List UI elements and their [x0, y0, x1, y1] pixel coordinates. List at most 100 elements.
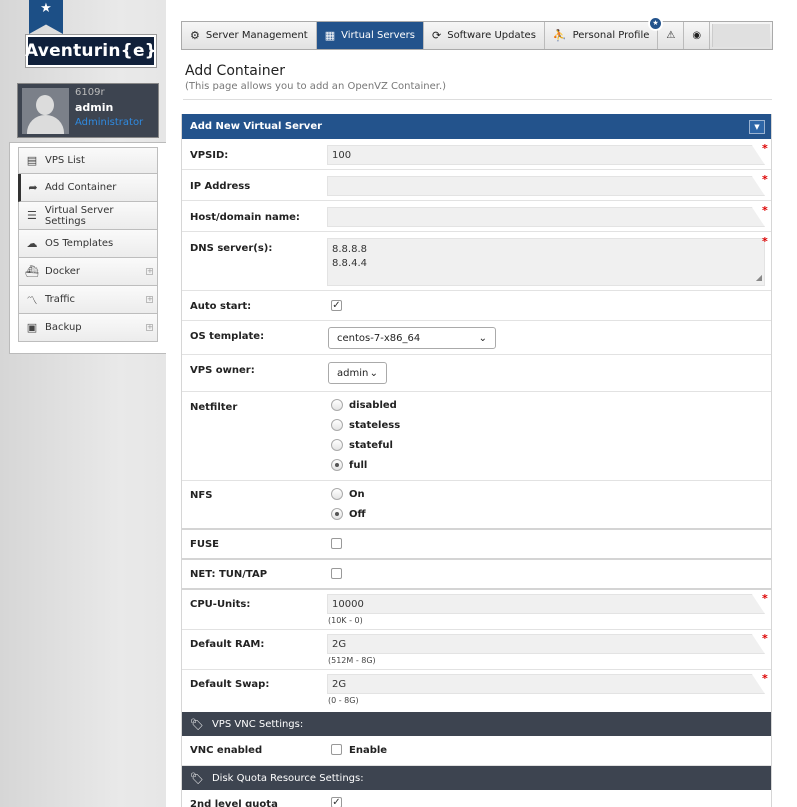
netfilter-option-disabled[interactable]: disabled	[331, 399, 397, 411]
quota2-checkbox[interactable]: ✓	[331, 797, 342, 807]
vpsid-input[interactable]: 100	[327, 145, 765, 165]
netfilter-option-stateful[interactable]: stateful	[331, 439, 393, 451]
sidebar-item-virtual-server-settings[interactable]: ☰ Virtual Server Settings	[18, 202, 158, 230]
tun-tap-checkbox[interactable]	[331, 568, 342, 579]
cloud-icon: ☁	[26, 237, 38, 250]
view-button[interactable]: ◉	[684, 22, 711, 49]
warning-icon: ⚠	[666, 30, 676, 41]
nfs-option-off[interactable]: Off	[331, 508, 366, 520]
chevron-down-icon: ⌄	[478, 332, 487, 344]
star-icon: ★	[29, 0, 63, 34]
netfilter-option-full[interactable]: full	[331, 459, 367, 471]
collapse-icon[interactable]: ▼	[749, 120, 765, 134]
default-swap-input[interactable]: 2G	[327, 674, 765, 694]
section-title: Disk Quota Resource Settings:	[211, 772, 364, 784]
fuse-label: FUSE	[190, 539, 219, 550]
radio-label: full	[349, 459, 368, 471]
sidebar-item-label: Add Container	[45, 182, 117, 193]
avatar	[22, 88, 69, 134]
sidebar: ★ Aventurin{e} 6109r admin Administrator…	[0, 0, 166, 807]
divider	[183, 99, 772, 100]
logo[interactable]: Aventurin{e}	[25, 35, 157, 67]
ip-address-input[interactable]	[327, 176, 765, 196]
page-subtitle: (This page allows you to add an OpenVZ C…	[185, 81, 447, 92]
notification-badge[interactable]: ★	[648, 16, 663, 31]
cpu-units-input[interactable]: 10000	[327, 594, 765, 614]
required-mark: *	[762, 173, 768, 186]
vps-owner-select[interactable]: admin ⌄	[328, 362, 387, 384]
required-mark: *	[762, 592, 768, 605]
hostname-input[interactable]	[327, 207, 765, 227]
radio-button[interactable]	[331, 439, 343, 451]
vpsid-label: VPSID:	[190, 150, 229, 161]
top-navigation: ⚙ Server Management ▦ Virtual Servers ⟳ …	[181, 16, 773, 50]
radio-button-selected[interactable]	[331, 508, 343, 520]
ip-label: IP Address	[190, 181, 251, 192]
row-default-swap: Default Swap: 2G * (0 - 8G)	[182, 670, 771, 712]
tab-software-updates[interactable]: ⟳ Software Updates	[424, 22, 545, 49]
autostart-checkbox[interactable]: ✓	[331, 300, 342, 311]
top-search-box[interactable]	[712, 24, 770, 47]
radio-button[interactable]	[331, 488, 343, 500]
row-nfs: NFS On Off	[182, 481, 771, 530]
sidebar-item-vps-list[interactable]: ▤ VPS List	[18, 147, 158, 174]
default-swap-label: Default Swap:	[190, 679, 270, 690]
vnc-label: VNC enabled	[190, 745, 263, 756]
radio-button-selected[interactable]	[331, 459, 343, 471]
dns-textarea[interactable]: 8.8.8.8 8.8.4.4 ◢	[327, 238, 765, 286]
netfilter-option-stateless[interactable]: stateless	[331, 419, 400, 431]
required-mark: *	[762, 204, 768, 217]
os-template-value: centos-7-x86_64	[337, 332, 421, 344]
default-ram-input[interactable]: 2G	[327, 634, 765, 654]
radio-button[interactable]	[331, 419, 343, 431]
sidebar-item-label: Backup	[45, 322, 82, 333]
dns-line: 8.8.8.8	[332, 244, 367, 255]
section-disk-quota: 🏷 Disk Quota Resource Settings:	[182, 766, 771, 790]
row-hostname: Host/domain name: *	[182, 201, 771, 232]
os-template-select[interactable]: centos-7-x86_64 ⌄	[328, 327, 496, 349]
tag-icon: 🏷	[190, 717, 204, 731]
required-mark: *	[762, 672, 768, 685]
os-template-label: OS template:	[190, 331, 265, 342]
tab-virtual-servers[interactable]: ▦ Virtual Servers	[316, 22, 424, 49]
row-auto-start: Auto start: ✓	[182, 291, 771, 321]
tab-label: Software Updates	[447, 30, 536, 41]
vnc-checkbox[interactable]	[331, 744, 342, 755]
radio-button[interactable]	[331, 399, 343, 411]
eye-icon: ◉	[692, 30, 702, 41]
add-container-form: Add New Virtual Server ▼ VPSID: 100 * IP…	[181, 114, 772, 807]
tab-server-management[interactable]: ⚙ Server Management	[182, 22, 317, 49]
row-tun-tap: NET: TUN/TAP	[182, 560, 771, 590]
default-ram-hint: (512M - 8G)	[328, 656, 376, 665]
expand-icon[interactable]: +	[146, 268, 153, 275]
netfilter-label: Netfilter	[190, 402, 238, 413]
expand-icon[interactable]: +	[146, 324, 153, 331]
expand-icon[interactable]: +	[146, 296, 153, 303]
radio-label: Off	[349, 508, 366, 520]
tab-label: Virtual Servers	[341, 30, 415, 41]
row-cpu-units: CPU-Units: 10000 * (10K - 0)	[182, 590, 771, 630]
sidebar-item-os-templates[interactable]: ☁ OS Templates	[18, 230, 158, 258]
row-dns: DNS server(s): 8.8.8.8 8.8.4.4 ◢ *	[182, 232, 771, 291]
nfs-option-on[interactable]: On	[331, 488, 365, 500]
user-id: 6109r	[75, 87, 105, 98]
sidebar-item-backup[interactable]: ▣ Backup +	[18, 314, 158, 342]
user-role-link[interactable]: Administrator	[75, 117, 143, 128]
sidebar-item-label: VPS List	[45, 155, 85, 166]
fuse-checkbox[interactable]	[331, 538, 342, 549]
quota2-label: 2nd level quota	[190, 799, 278, 807]
section-title: VPS VNC Settings:	[211, 718, 304, 730]
radio-label: stateful	[349, 439, 393, 451]
tab-personal-profile[interactable]: ⛹ Personal Profile	[545, 22, 659, 49]
resize-handle-icon[interactable]: ◢	[756, 271, 762, 285]
row-2nd-level-quota: 2nd level quota ✓	[182, 790, 771, 807]
nfs-label: NFS	[190, 490, 213, 501]
autostart-label: Auto start:	[190, 301, 252, 312]
sidebar-item-traffic[interactable]: 〽 Traffic +	[18, 286, 158, 314]
grid-icon: ▦	[324, 29, 336, 42]
row-ip-address: IP Address *	[182, 170, 771, 201]
sliders-icon: ☰	[26, 209, 37, 222]
share-arrow-icon: ➦	[28, 181, 38, 194]
sidebar-item-add-container[interactable]: ➦ Add Container	[18, 174, 158, 202]
sidebar-item-docker[interactable]: ⛴ Docker +	[18, 258, 158, 286]
